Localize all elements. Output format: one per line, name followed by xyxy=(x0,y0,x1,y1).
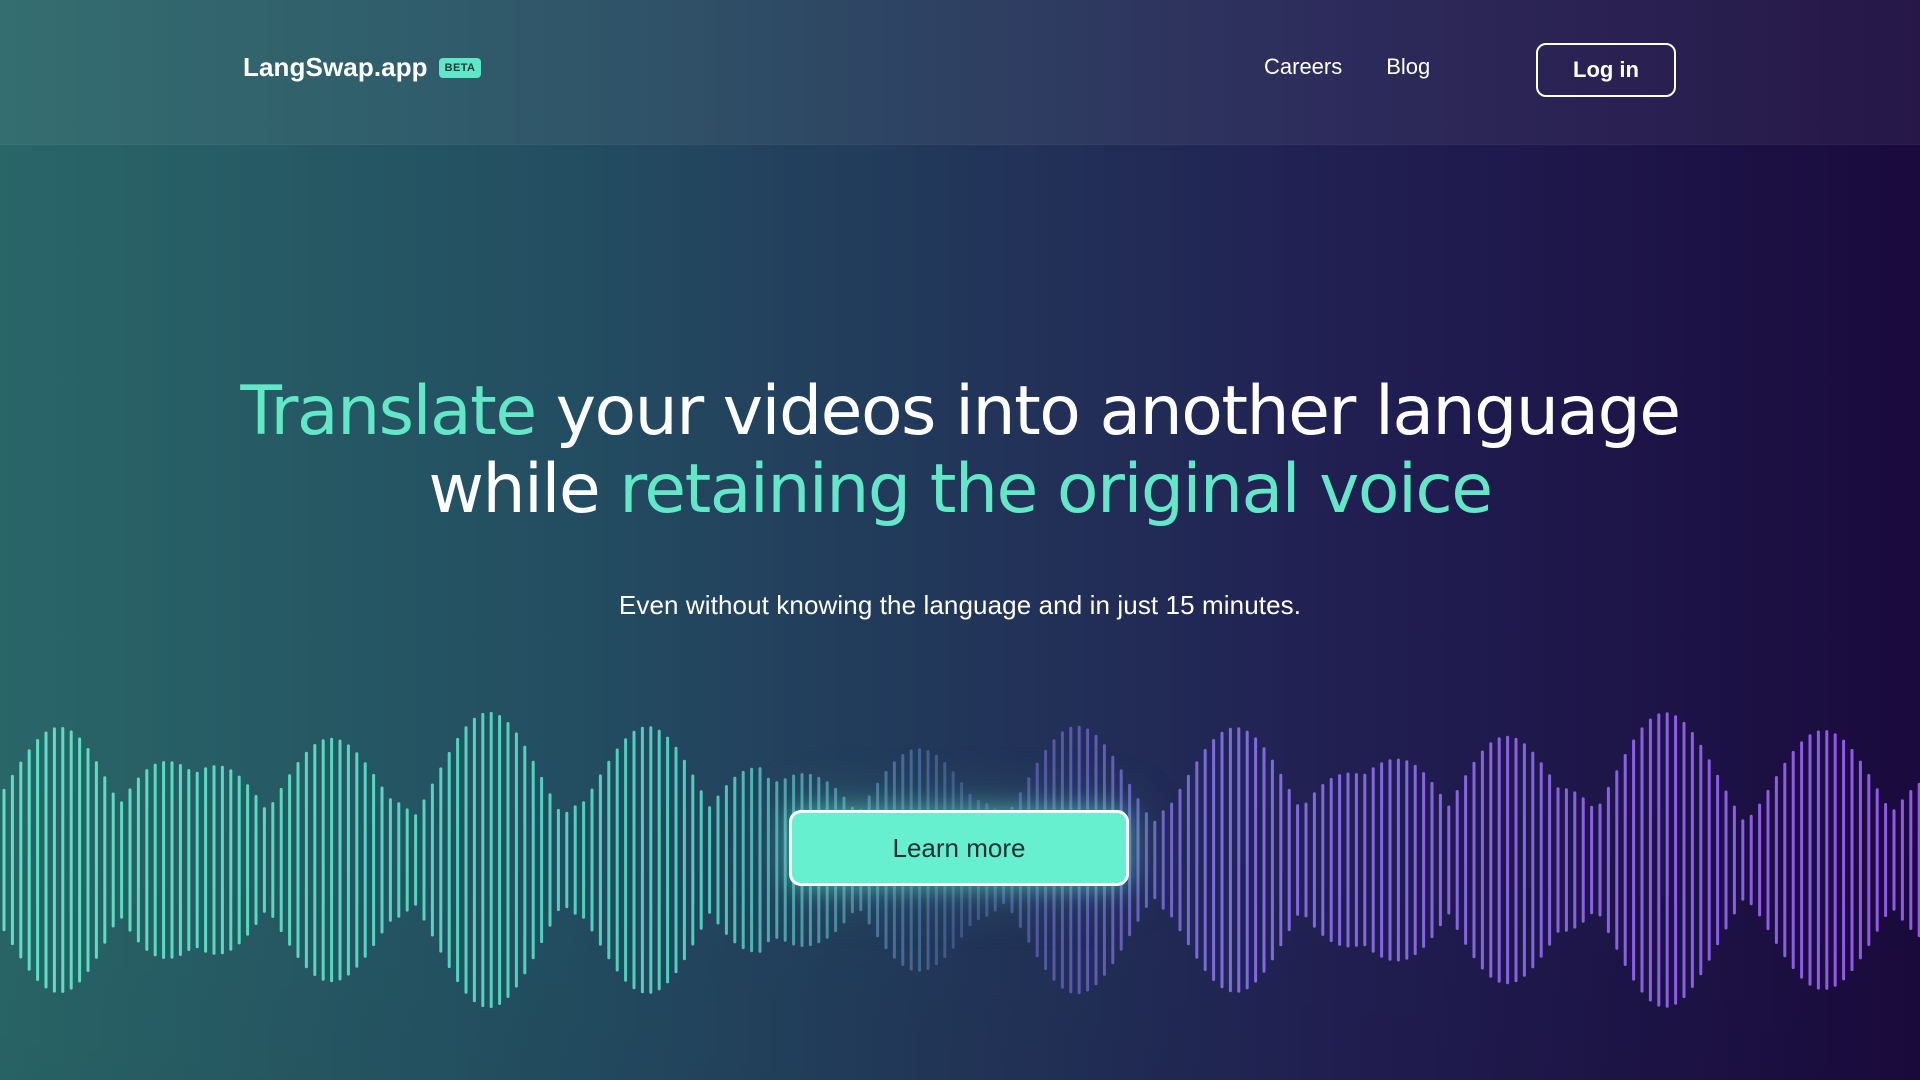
learn-more-button[interactable]: Learn more xyxy=(789,810,1129,886)
nav-link-blog[interactable]: Blog xyxy=(1386,54,1430,80)
hero-title-accent-1: Translate xyxy=(240,372,537,451)
top-navbar: LangSwap.app BETA Careers Blog Log in xyxy=(0,0,1920,145)
login-button[interactable]: Log in xyxy=(1536,43,1676,97)
hero-title-accent-2: retaining the original voice xyxy=(619,450,1493,529)
hero-title-lead-2: while xyxy=(428,450,620,529)
hero-subtitle: Even without knowing the language and in… xyxy=(618,590,1302,620)
beta-badge: BETA xyxy=(438,57,482,78)
nav-link-careers[interactable]: Careers xyxy=(1264,54,1342,80)
hero-title: Translate your videos into another langu… xyxy=(0,373,1920,529)
hero-title-rest-1: your videos into another language xyxy=(535,372,1681,451)
brand[interactable]: LangSwap.app BETA xyxy=(243,52,482,83)
main-nav: Careers Blog xyxy=(1264,54,1430,80)
brand-logo-text[interactable]: LangSwap.app xyxy=(243,52,428,83)
